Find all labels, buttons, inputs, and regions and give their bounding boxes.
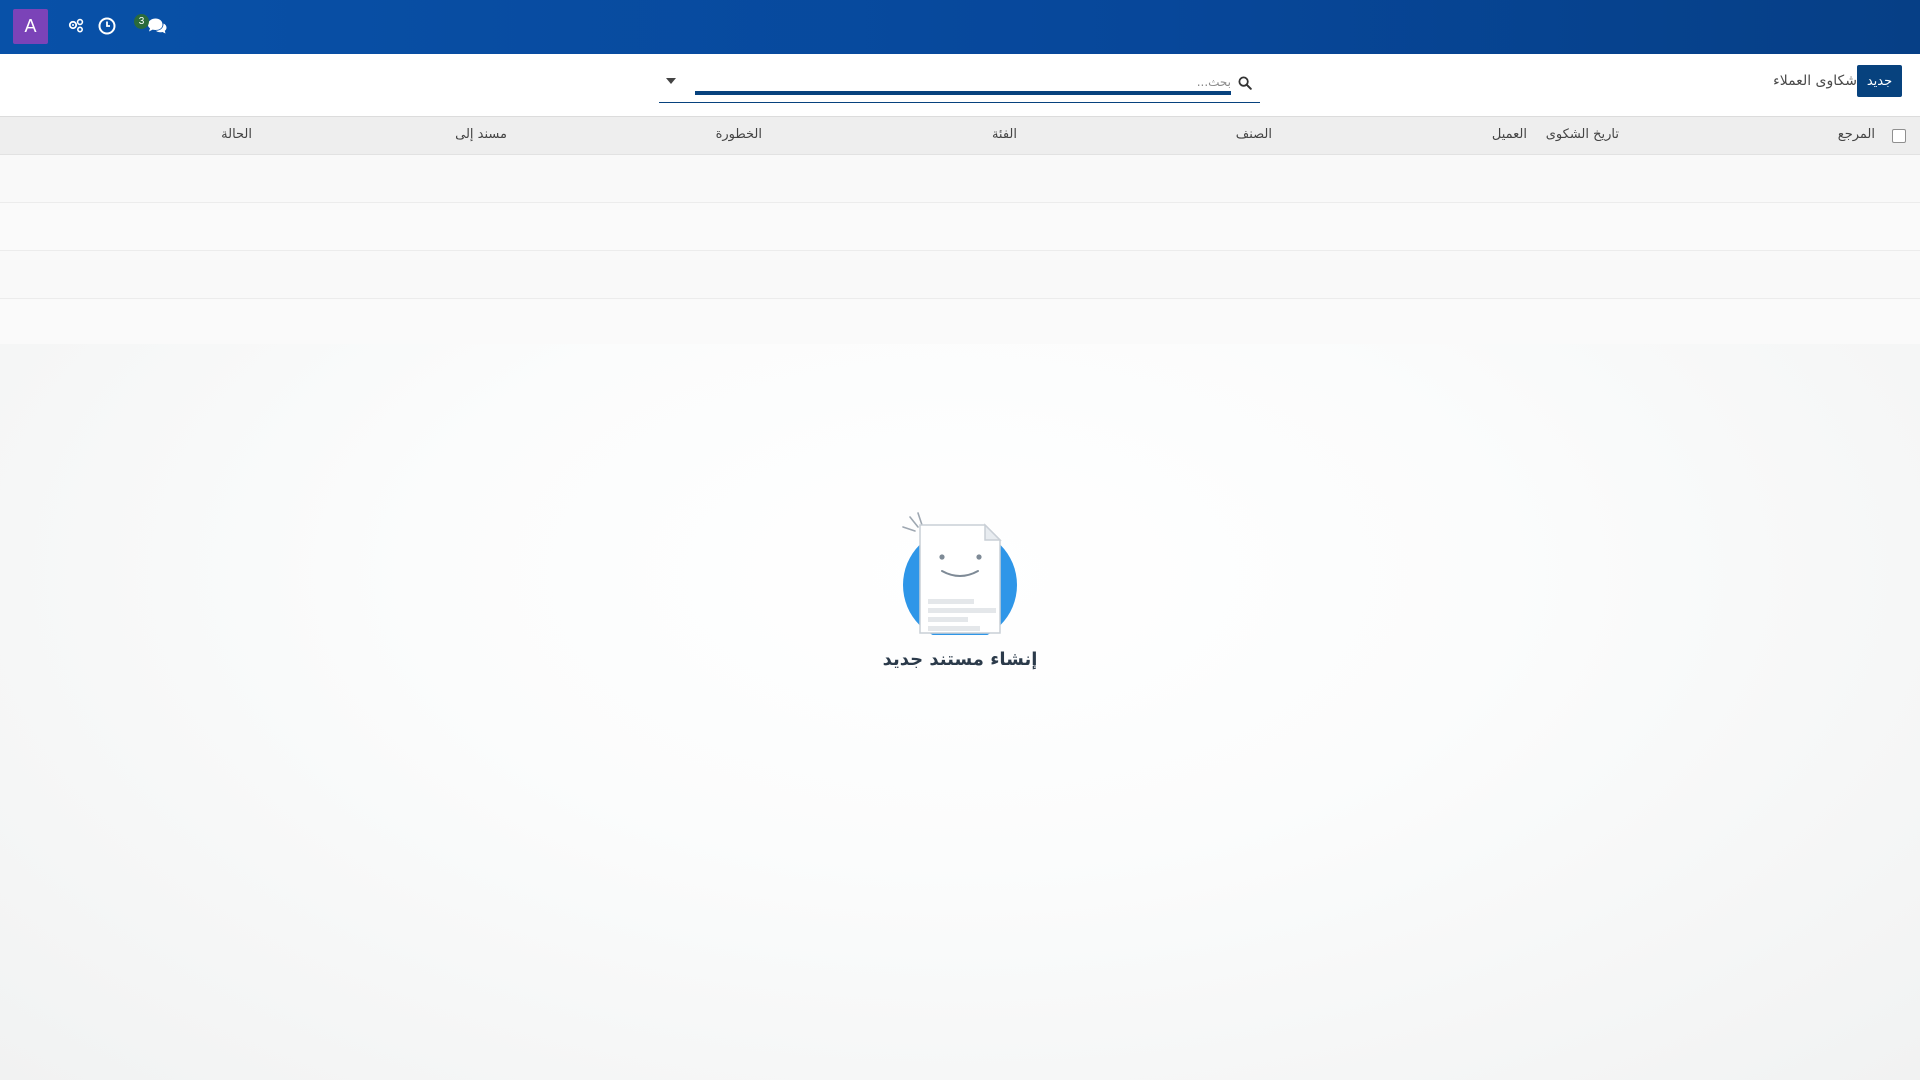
- column-header-assigned-to[interactable]: مسند إلى: [455, 127, 507, 142]
- column-header-severity[interactable]: الخطورة: [716, 127, 762, 142]
- column-header-category[interactable]: الفئة: [992, 127, 1017, 142]
- smiling-document-icon[interactable]: [900, 505, 1020, 642]
- column-header-product[interactable]: الصنف: [1236, 127, 1272, 142]
- clock-icon[interactable]: [95, 14, 119, 38]
- column-header-status[interactable]: الحالة: [221, 127, 252, 142]
- empty-list-row: [0, 155, 1920, 203]
- create-document-title: إنشاء مستند جديد: [882, 649, 1038, 670]
- column-header-customer[interactable]: العميل: [1492, 127, 1527, 142]
- empty-list-row: [0, 251, 1920, 299]
- search-bar: [659, 63, 1260, 103]
- new-button[interactable]: جديد: [1857, 65, 1902, 97]
- chat-bubbles-icon[interactable]: [145, 14, 169, 38]
- no-content-helper: إنشاء مستند جديد: [0, 344, 1920, 1080]
- column-header-date[interactable]: تاريخ الشكوى: [1546, 127, 1619, 142]
- user-avatar[interactable]: A: [13, 9, 48, 44]
- caret-down-icon[interactable]: [659, 71, 683, 91]
- empty-list-row: [0, 299, 1920, 347]
- chat-badge: 3: [134, 14, 149, 29]
- list-header: المرجع تاريخ الشكوى العميل الصنف الفئة ا…: [0, 117, 1920, 155]
- search-icon[interactable]: [1236, 75, 1252, 91]
- column-header-reference[interactable]: المرجع: [1838, 127, 1875, 142]
- search-input[interactable]: [695, 73, 1231, 95]
- users-cog-icon[interactable]: [64, 14, 88, 38]
- top-navbar: A 3: [0, 0, 1920, 54]
- breadcrumb-title: شكاوى العملاء: [1773, 73, 1857, 89]
- select-all-checkbox[interactable]: [1892, 129, 1906, 143]
- empty-list-row: [0, 203, 1920, 251]
- control-panel: جديد شكاوى العملاء: [0, 54, 1920, 117]
